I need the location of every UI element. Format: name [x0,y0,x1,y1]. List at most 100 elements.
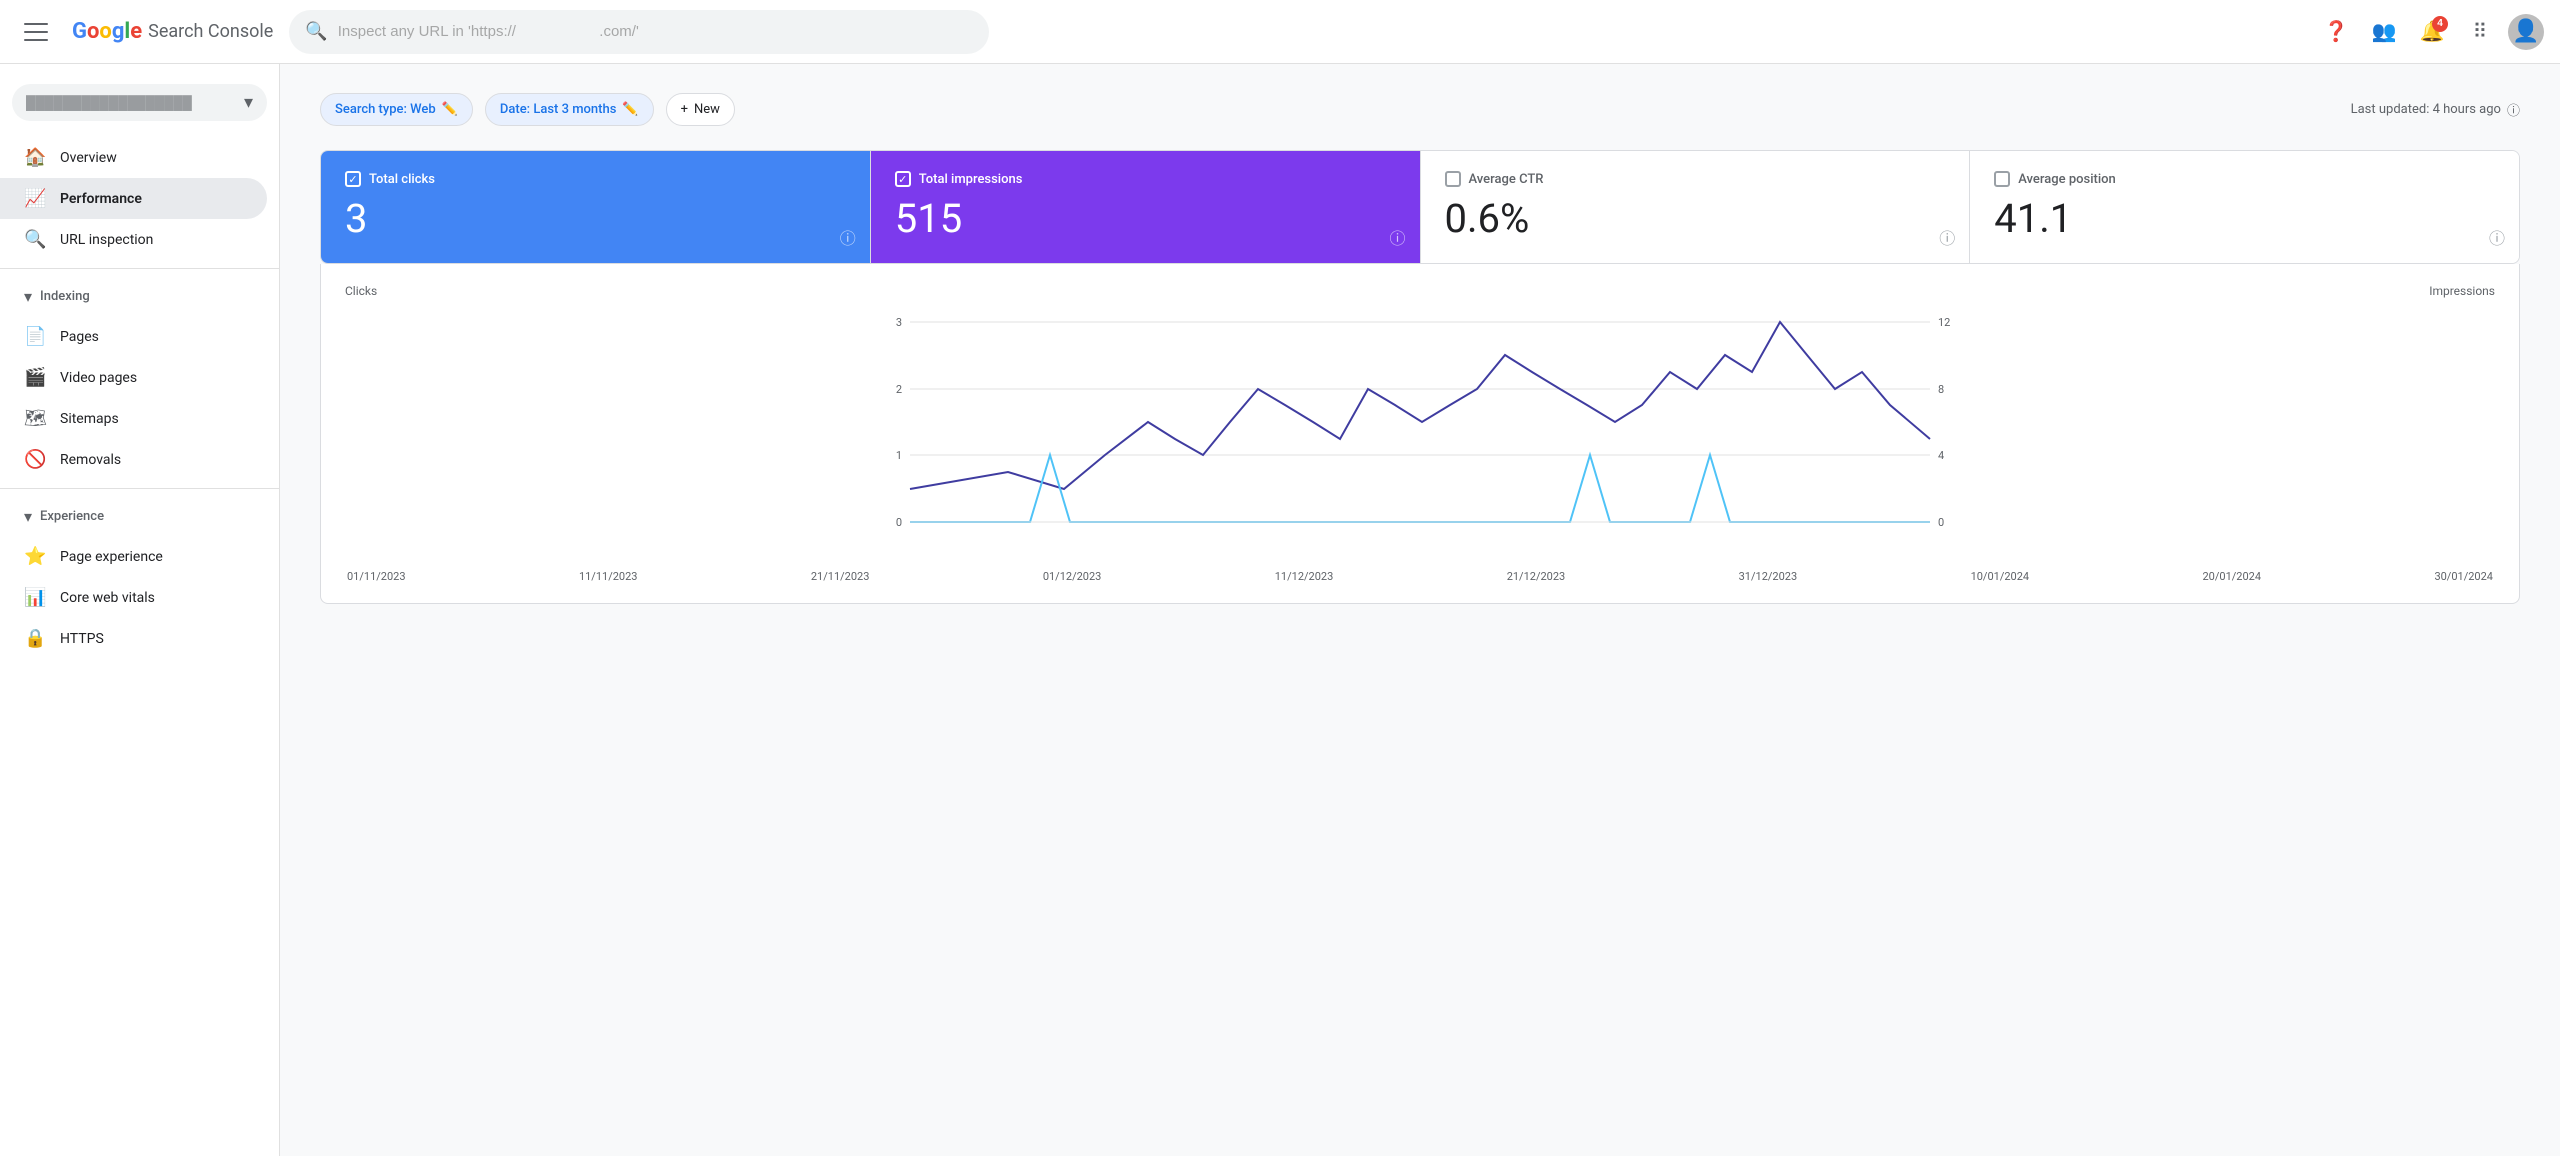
url-search-bar[interactable]: 🔍 [289,10,989,54]
help-icon-ctr[interactable]: ⓘ [1939,225,1955,249]
pages-icon: 📄 [24,326,44,347]
info-icon[interactable]: ⓘ [2507,100,2520,119]
sidebar-item-label: Performance [60,191,142,207]
impressions-line [910,322,1930,489]
svg-text:4: 4 [1938,449,1944,462]
metric-checkbox-impressions[interactable] [895,171,911,187]
sidebar-item-sitemaps[interactable]: 🗺 Sitemaps [0,398,267,439]
sidebar-item-label: Core web vitals [60,590,155,606]
product-name: Search Console [148,21,273,42]
indexing-section-header[interactable]: ▾ Indexing [0,277,279,316]
search-input[interactable] [338,23,974,40]
metric-checkbox-clicks[interactable] [345,171,361,187]
metric-value-position: 41.1 [1994,199,2495,239]
sidebar-item-pages[interactable]: 📄 Pages [0,316,267,357]
metric-header: Total impressions [895,171,1396,187]
search-type-filter[interactable]: Search type: Web ✏️ [320,93,473,126]
property-text: ██████████████████ [26,95,192,111]
delegate-button[interactable]: 👥 [2364,12,2404,52]
date-range-filter[interactable]: Date: Last 3 months ✏️ [485,93,654,126]
nav-divider-2 [0,488,279,489]
chart-container: Clicks Impressions 3 2 1 0 12 8 4 0 [320,264,2520,604]
svg-text:0: 0 [1938,516,1944,529]
sidebar-item-removals[interactable]: 🚫 Removals [0,439,267,480]
sitemaps-icon: 🗺 [24,408,44,429]
removals-icon: 🚫 [24,449,44,470]
x-label-6: 31/12/2023 [1739,570,1798,583]
filter-label: Date: Last 3 months [500,102,617,117]
metric-card-position[interactable]: Average position 41.1 ⓘ [1970,151,2519,263]
chart-svg-wrapper: 3 2 1 0 12 8 4 0 [345,302,2495,566]
filters-bar: Search type: Web ✏️ Date: Last 3 months … [320,93,2520,126]
google-logo: Google [72,19,142,44]
x-label-1: 11/11/2023 [579,570,638,583]
section-label: Experience [40,509,104,524]
sidebar-item-label: HTTPS [60,631,104,647]
x-label-0: 01/11/2023 [347,570,406,583]
experience-section-header[interactable]: ▾ Experience [0,497,279,536]
notifications-button[interactable]: 🔔 4 [2412,12,2452,52]
svg-text:12: 12 [1938,316,1950,329]
apps-button[interactable]: ⠿ [2460,12,2500,52]
help-icon: ❓ [2324,19,2349,44]
edit-icon: ✏️ [442,102,458,117]
new-filter-button[interactable]: + New [666,93,735,126]
search-icon: 🔍 [305,21,327,42]
nav-icons-group: ❓ 👥 🔔 4 ⠿ 👤 [2316,12,2544,52]
sidebar-item-label: Sitemaps [60,411,119,427]
x-label-4: 11/12/2023 [1275,570,1334,583]
svg-text:8: 8 [1938,383,1944,396]
metric-header: Average position [1994,171,2495,187]
metric-label-position: Average position [2018,172,2116,187]
metrics-row: Total clicks 3 ⓘ Total impressions 515 ⓘ… [320,150,2520,264]
sidebar-item-performance[interactable]: 📈 Performance [0,178,267,219]
svg-text:3: 3 [896,316,902,329]
help-button[interactable]: ❓ [2316,12,2356,52]
sidebar-item-https[interactable]: 🔒 HTTPS [0,618,267,659]
apps-icon: ⠿ [2473,19,2488,44]
collapse-icon: ▾ [24,507,32,526]
chevron-down-icon: ▾ [244,92,253,113]
metric-checkbox-position[interactable] [1994,171,2010,187]
metric-card-impressions[interactable]: Total impressions 515 ⓘ [871,151,1421,263]
svg-text:2: 2 [896,383,902,396]
sidebar-item-url-inspection[interactable]: 🔍 URL inspection [0,219,267,260]
vitals-icon: 📊 [24,587,44,608]
sidebar-item-label: Video pages [60,370,137,386]
filter-label: Search type: Web [335,102,436,117]
last-updated: Last updated: 4 hours ago ⓘ [2351,100,2520,119]
logo[interactable]: Google Search Console [72,19,273,44]
new-label: New [694,102,720,117]
main-content: Performance ⬇ EXPORT Search type: Web ✏️… [280,0,2560,1092]
edit-icon: ✏️ [622,102,638,117]
avatar[interactable]: 👤 [2508,14,2544,50]
chart-axis-headers: Clicks Impressions [345,284,2495,298]
performance-chart: 3 2 1 0 12 8 4 0 [345,302,2495,562]
metric-label-ctr: Average CTR [1469,172,1544,187]
sidebar-item-page-experience[interactable]: ⭐ Page experience [0,536,267,577]
impressions-axis-label: Impressions [2429,284,2495,298]
sidebar-item-label: Pages [60,329,99,345]
home-icon: 🏠 [24,147,44,168]
metric-header: Total clicks [345,171,846,187]
video-icon: 🎬 [24,367,44,388]
chart-icon: 📈 [24,188,44,209]
metric-card-ctr[interactable]: Average CTR 0.6% ⓘ [1421,151,1971,263]
search-icon: 🔍 [24,229,44,250]
property-selector[interactable]: ██████████████████ ▾ [12,84,267,121]
collapse-icon: ▾ [24,287,32,306]
sidebar-item-overview[interactable]: 🏠 Overview [0,137,267,178]
help-icon-clicks[interactable]: ⓘ [840,225,856,249]
help-icon-position[interactable]: ⓘ [2489,225,2505,249]
hamburger-icon [24,20,48,44]
top-navigation: Google Search Console 🔍 ❓ 👥 🔔 4 ⠿ 👤 [0,0,2560,64]
hamburger-menu-button[interactable] [16,12,56,52]
sidebar-item-core-web-vitals[interactable]: 📊 Core web vitals [0,577,267,618]
x-label-5: 21/12/2023 [1507,570,1566,583]
help-icon-impressions[interactable]: ⓘ [1389,225,1405,249]
section-label: Indexing [40,289,90,304]
svg-text:0: 0 [896,516,902,529]
metric-card-clicks[interactable]: Total clicks 3 ⓘ [321,151,871,263]
sidebar-item-video-pages[interactable]: 🎬 Video pages [0,357,267,398]
metric-checkbox-ctr[interactable] [1445,171,1461,187]
